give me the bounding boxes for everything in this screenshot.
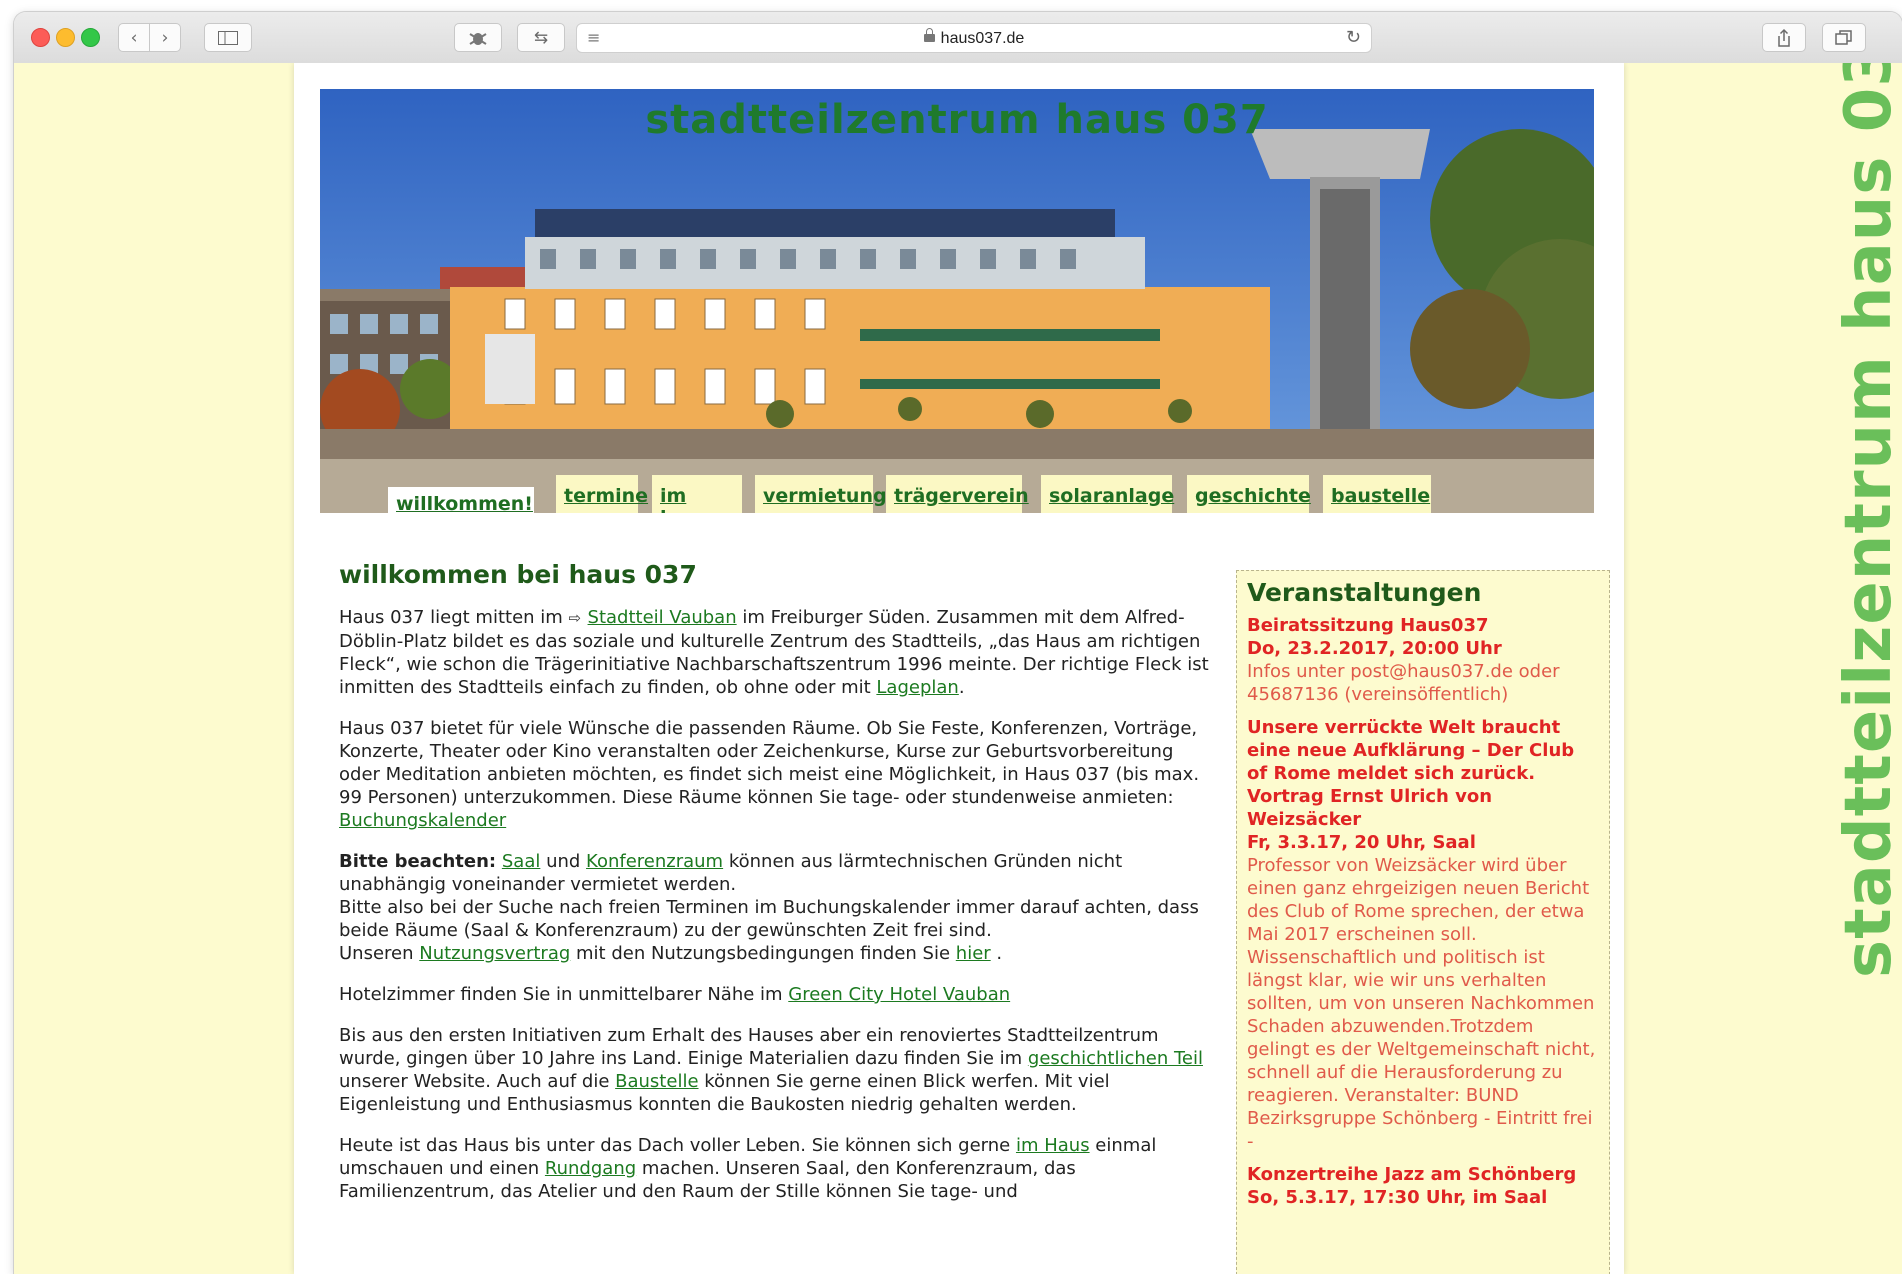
back-button[interactable]: ‹ bbox=[118, 23, 150, 52]
events-sidebar: Veranstaltungen Beiratssitzung Haus037 D… bbox=[1236, 570, 1610, 1274]
address-bar[interactable]: ≡ haus037.de ↻ bbox=[576, 23, 1372, 53]
event-desc: Professor von Weizsäcker wird über einen… bbox=[1247, 855, 1596, 1152]
link-nutzungsvertrag[interactable]: Nutzungsvertrag bbox=[419, 943, 570, 964]
nav-termine[interactable]: termine bbox=[556, 475, 648, 513]
bug-icon bbox=[469, 32, 487, 45]
link-rundgang[interactable]: Rundgang bbox=[545, 1158, 636, 1179]
header-banner: stadtteilzentrum haus 037 willkommen! te… bbox=[320, 89, 1594, 513]
sidebar-toggle-button[interactable] bbox=[204, 23, 252, 52]
forward-button[interactable]: › bbox=[149, 23, 181, 52]
browser-toolbar: ‹ › ⇆ ≡ haus037.de ↻ bbox=[14, 12, 1902, 64]
event-item: Konzertreihe Jazz am Schönberg So, 5.3.1… bbox=[1247, 1163, 1599, 1209]
event-title: Konzertreihe Jazz am Schönberg bbox=[1247, 1164, 1577, 1185]
extension-button[interactable] bbox=[454, 23, 502, 52]
history-paragraph: Bis aus den ersten Initiativen zum Erhal… bbox=[339, 1024, 1219, 1116]
text: Unseren bbox=[339, 943, 420, 964]
text: unserer Website. Auch auf die bbox=[339, 1071, 616, 1092]
tabs-button[interactable] bbox=[1822, 23, 1866, 52]
link-saal[interactable]: Saal bbox=[502, 851, 541, 872]
browser-chrome: ‹ › ⇆ ≡ haus037.de ↻ stadtteilzentrum ha… bbox=[0, 0, 1902, 1274]
nav-traegerverein[interactable]: trägerverein bbox=[886, 475, 1029, 513]
text: . bbox=[990, 943, 1003, 964]
event-item: Beiratssitzung Haus037 Do, 23.2.2017, 20… bbox=[1247, 614, 1599, 706]
lock-icon bbox=[923, 28, 935, 42]
event-title: Unsere verrückte Welt braucht eine neue … bbox=[1247, 717, 1575, 830]
side-title: stadtteilzentrum haus 037 bbox=[1832, 63, 1902, 978]
event-date: So, 5.3.17, 17:30 Uhr, im Saal bbox=[1247, 1187, 1548, 1208]
events-heading: Veranstaltungen bbox=[1247, 578, 1482, 607]
event-item: Unsere verrückte Welt braucht eine neue … bbox=[1247, 716, 1599, 1153]
link-hier[interactable]: hier bbox=[956, 943, 991, 964]
text: Haus 037 bietet für viele Wünsche die pa… bbox=[339, 718, 1200, 808]
intro-paragraph: Haus 037 liegt mitten im ⇨ Stadtteil Vaub… bbox=[339, 606, 1219, 699]
event-date: Fr, 3.3.17, 20 Uhr, Saal bbox=[1247, 832, 1476, 853]
share-icon bbox=[1778, 28, 1790, 47]
browser-window: ‹ › ⇆ ≡ haus037.de ↻ stadtteilzentrum ha… bbox=[14, 12, 1902, 1274]
close-window-button[interactable] bbox=[31, 28, 50, 47]
today-paragraph: Heute ist das Haus bis unter das Dach vo… bbox=[339, 1134, 1219, 1203]
main-content: willkommen bei haus 037 Haus 037 liegt m… bbox=[339, 560, 1219, 1221]
link-stadtteil-vauban[interactable]: Stadtteil Vauban bbox=[588, 607, 737, 628]
event-title: Beiratssitzung Haus037 bbox=[1247, 615, 1489, 636]
minimize-window-button[interactable] bbox=[56, 28, 75, 47]
sidebar-icon bbox=[218, 30, 238, 45]
text: Bitte also bei der Suche nach freien Ter… bbox=[339, 897, 1199, 941]
text: und bbox=[540, 851, 587, 872]
building-photo bbox=[320, 89, 1594, 513]
reload-icon[interactable]: ↻ bbox=[1346, 27, 1361, 48]
rooms-paragraph: Haus 037 bietet für viele Wünsche die pa… bbox=[339, 717, 1219, 832]
page-viewport: stadtteilzentrum haus 037 stadtteilzentr… bbox=[14, 63, 1902, 1274]
zoom-window-button[interactable] bbox=[81, 28, 100, 47]
chevron-left-icon: ‹ bbox=[130, 27, 138, 48]
hotel-paragraph: Hotelzimmer finden Sie in unmittelbarer … bbox=[339, 983, 1219, 1006]
text: Haus 037 liegt mitten im bbox=[339, 607, 569, 628]
link-baustelle[interactable]: Baustelle bbox=[615, 1071, 698, 1092]
arrows-icon: ⇆ bbox=[533, 27, 549, 48]
link-geschichtlichen-teil[interactable]: geschichtlichen Teil bbox=[1028, 1048, 1203, 1069]
link-im-haus[interactable]: im Haus bbox=[1016, 1135, 1090, 1156]
extension-button-2[interactable]: ⇆ bbox=[517, 23, 565, 52]
share-button[interactable] bbox=[1762, 23, 1806, 52]
chevron-right-icon: › bbox=[161, 27, 169, 48]
text: . bbox=[958, 677, 965, 698]
main-nav: willkommen! termine im haus vermietung t… bbox=[320, 475, 1594, 513]
text: Hotelzimmer finden Sie in unmittelbarer … bbox=[339, 984, 789, 1005]
link-lageplan[interactable]: Lageplan bbox=[876, 677, 958, 698]
external-link-icon: ⇨ bbox=[568, 609, 582, 627]
url-text: haus037.de bbox=[940, 30, 1025, 47]
notice-paragraph: Bitte beachten: Saal und Konferenzraum k… bbox=[339, 850, 1219, 965]
notice-label: Bitte beachten: bbox=[339, 851, 497, 872]
nav-im-haus[interactable]: im haus bbox=[652, 475, 742, 513]
banner-title: stadtteilzentrum haus 037 bbox=[645, 97, 1269, 143]
nav-solaranlage[interactable]: solaranlage bbox=[1041, 475, 1174, 513]
tabs-icon bbox=[1835, 29, 1852, 45]
nav-willkommen[interactable]: willkommen! bbox=[388, 487, 534, 513]
text: mit den Nutzungsbedingungen finden Sie bbox=[570, 943, 956, 964]
page-title: willkommen bei haus 037 bbox=[339, 560, 697, 589]
nav-vermietung[interactable]: vermietung bbox=[755, 475, 887, 513]
event-date: Do, 23.2.2017, 20:00 Uhr bbox=[1247, 638, 1502, 659]
text: Heute ist das Haus bis unter das Dach vo… bbox=[339, 1135, 1016, 1156]
nav-geschichte[interactable]: geschichte bbox=[1187, 475, 1311, 513]
link-buchungskalender[interactable]: Buchungskalender bbox=[339, 810, 506, 831]
nav-baustelle[interactable]: baustelle bbox=[1323, 475, 1431, 513]
event-desc: Infos unter post@haus037.de oder 4568713… bbox=[1247, 661, 1560, 705]
address-url: haus037.de bbox=[577, 28, 1371, 48]
page-container: stadtteilzentrum haus 037 willkommen! te… bbox=[294, 63, 1624, 1274]
link-konferenzraum[interactable]: Konferenzraum bbox=[586, 851, 723, 872]
link-green-city-hotel[interactable]: Green City Hotel Vauban bbox=[788, 984, 1010, 1005]
